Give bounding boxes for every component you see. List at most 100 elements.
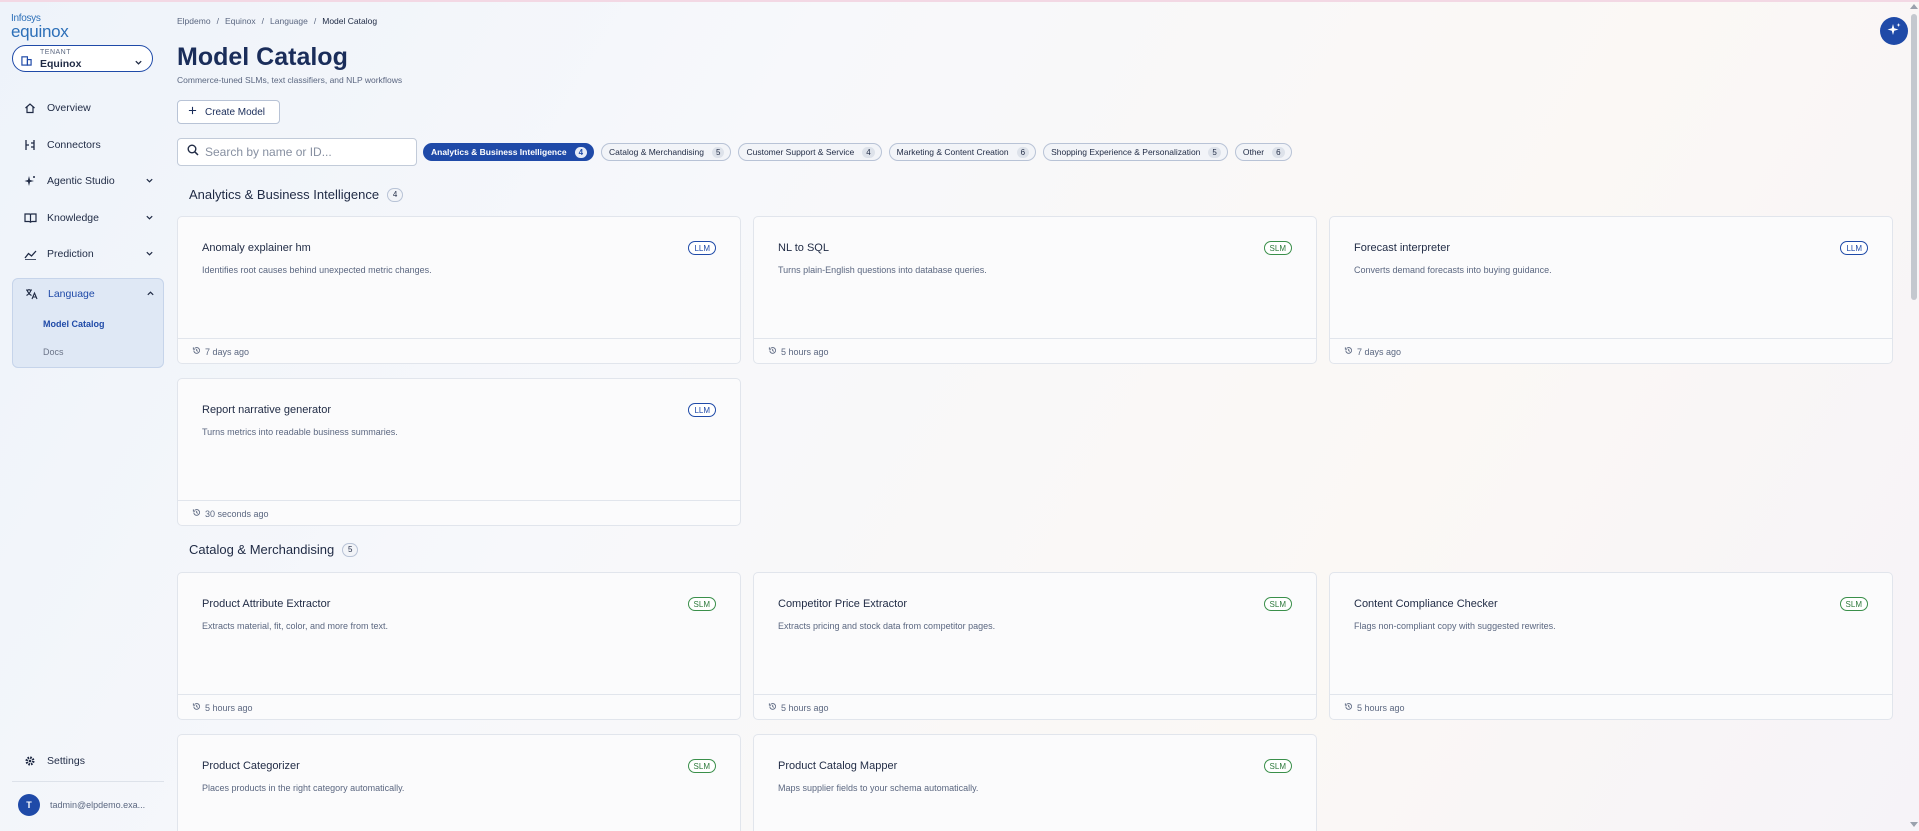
model-card[interactable]: Report narrative generator LLM Turns met… [177, 378, 741, 526]
create-model-button[interactable]: Create Model [177, 100, 280, 124]
breadcrumb-item[interactable]: Language [270, 16, 308, 26]
search-input[interactable] [205, 145, 405, 159]
chip-shopping[interactable]: Shopping Experience & Personalization 5 [1043, 143, 1228, 161]
chip-label: Catalog & Merchandising [609, 147, 705, 157]
card-footer: 5 hours ago [754, 338, 1316, 363]
chevron-down-icon [134, 54, 143, 72]
connectors-icon [22, 137, 38, 153]
chip-count: 5 [712, 146, 725, 158]
search-icon [187, 143, 199, 161]
chevron-down-icon [145, 176, 154, 188]
model-type-badge: SLM [1263, 759, 1292, 773]
chip-analytics[interactable]: Analytics & Business Intelligence 4 [423, 143, 595, 161]
chip-label: Other [1242, 147, 1265, 157]
nav-item-connectors[interactable]: Connectors [12, 132, 164, 158]
model-card[interactable]: Product Attribute Extractor SLM Extracts… [177, 572, 741, 720]
nav-item-label: Prediction [47, 248, 94, 260]
card-footer: 5 hours ago [1330, 694, 1892, 719]
card-footer: 5 hours ago [178, 694, 740, 719]
nav-item-knowledge[interactable]: Knowledge [12, 205, 164, 231]
scrollbar-thumb[interactable] [1911, 14, 1917, 300]
vertical-scrollbar[interactable] [1907, 0, 1919, 831]
breadcrumb-separator: / [216, 16, 219, 26]
scroll-up-arrow-icon[interactable] [1910, 4, 1918, 9]
history-icon [192, 702, 201, 713]
card-timestamp: 5 hours ago [1357, 702, 1405, 713]
nav-item-label: Knowledge [47, 212, 99, 224]
model-card[interactable]: Product Catalog Mapper SLM Maps supplier… [753, 734, 1317, 831]
card-description: Flags non-compliant copy with suggested … [1354, 621, 1556, 631]
chip-label: Customer Support & Service [746, 147, 855, 157]
breadcrumb-separator: / [313, 16, 317, 26]
nav-item-language[interactable]: Language [13, 281, 165, 307]
card-footer: 7 days ago [178, 338, 740, 363]
nav-item-label: Connectors [47, 139, 101, 151]
nav-item-overview[interactable]: Overview [12, 95, 164, 121]
top-accent-line [0, 0, 1919, 2]
model-type-badge: LLM [688, 241, 716, 255]
card-description: Extracts material, fit, color, and more … [202, 621, 389, 631]
model-card[interactable]: Competitor Price Extractor SLM Extracts … [753, 572, 1317, 720]
plus-icon [188, 106, 197, 118]
model-type-badge: LLM [1840, 241, 1868, 255]
chevron-down-icon [145, 249, 154, 261]
model-type-badge: LLM [688, 403, 716, 417]
model-card[interactable]: Anomaly explainer hm LLM Identifies root… [177, 216, 741, 364]
nav-item-settings[interactable]: Settings [12, 748, 164, 774]
nav-item-prediction[interactable]: Prediction [12, 241, 164, 267]
card-title: Report narrative generator [202, 404, 332, 416]
section-title: Catalog & Merchandising [189, 542, 335, 557]
card-description: Maps supplier fields to your schema auto… [778, 783, 979, 793]
chip-label: Marketing & Content Creation [896, 147, 1009, 157]
model-card[interactable]: Forecast interpreter LLM Converts demand… [1329, 216, 1893, 364]
card-footer: 7 days ago [1330, 338, 1892, 363]
card-description: Converts demand forecasts into buying gu… [1354, 265, 1552, 275]
user-profile[interactable]: T tadmin@elpdemo.exa... [18, 794, 145, 816]
page-title: Model Catalog [177, 43, 348, 71]
card-title: Competitor Price Extractor [778, 598, 907, 610]
model-card[interactable]: NL to SQL SLM Turns plain-English questi… [753, 216, 1317, 364]
chip-catalog[interactable]: Catalog & Merchandising 5 [601, 143, 732, 161]
model-type-badge: SLM [1839, 597, 1868, 611]
nav-subitem-docs[interactable]: Docs [43, 347, 64, 357]
card-timestamp: 7 days ago [1357, 346, 1402, 357]
nav-group-language: Language Model Catalog Docs [12, 278, 164, 368]
chip-label: Analytics & Business Intelligence [431, 147, 567, 157]
breadcrumb-item[interactable]: Elpdemo [177, 16, 211, 26]
nav-subitem-model-catalog[interactable]: Model Catalog [43, 319, 105, 329]
logo: Infosys equinox [11, 14, 81, 41]
search-field[interactable] [177, 138, 417, 166]
chip-count: 6 [1016, 146, 1030, 158]
breadcrumb-item[interactable]: Equinox [225, 16, 256, 26]
tenant-name: Equinox [40, 58, 82, 70]
scroll-down-arrow-icon[interactable] [1910, 822, 1918, 827]
nav-item-label: Language [48, 288, 95, 300]
page-subtitle: Commerce-tuned SLMs, text classifiers, a… [177, 75, 403, 85]
card-description: Turns metrics into readable business sum… [202, 427, 398, 437]
chip-other[interactable]: Other 6 [1234, 143, 1292, 161]
model-card[interactable]: Product Categorizer SLM Places products … [177, 734, 741, 831]
chevron-up-icon [146, 289, 155, 301]
history-icon [192, 346, 201, 357]
chart-line-icon [22, 246, 38, 262]
category-filter-chips: Analytics & Business Intelligence 4 Catal… [423, 143, 1292, 161]
card-footer: 5 hours ago [754, 694, 1316, 719]
nav-item-agentic-studio[interactable]: Agentic Studio [12, 168, 164, 194]
ai-assistant-button[interactable] [1880, 17, 1908, 45]
chip-marketing[interactable]: Marketing & Content Creation 6 [888, 143, 1037, 161]
breadcrumb-separator: / [261, 16, 265, 26]
logo-line-2: equinox [11, 22, 69, 41]
card-description: Turns plain-English questions into datab… [778, 265, 987, 275]
section-count: 4 [387, 187, 404, 202]
chip-customer-support[interactable]: Customer Support & Service 4 [738, 143, 882, 161]
translate-icon [23, 286, 39, 302]
section-header: Analytics & Business Intelligence 4 [189, 187, 404, 202]
card-description: Places products in the right category au… [202, 783, 405, 793]
tenant-selector[interactable]: TENANT Equinox [12, 45, 153, 72]
sparkle-icon [22, 173, 38, 189]
breadcrumb: Elpdemo / Equinox / Language / Model Catalo… [177, 16, 377, 26]
card-timestamp: 5 hours ago [205, 702, 253, 713]
sparkle-icon [1887, 22, 1901, 41]
history-icon [192, 508, 201, 519]
model-card[interactable]: Content Compliance Checker SLM Flags non… [1329, 572, 1893, 720]
